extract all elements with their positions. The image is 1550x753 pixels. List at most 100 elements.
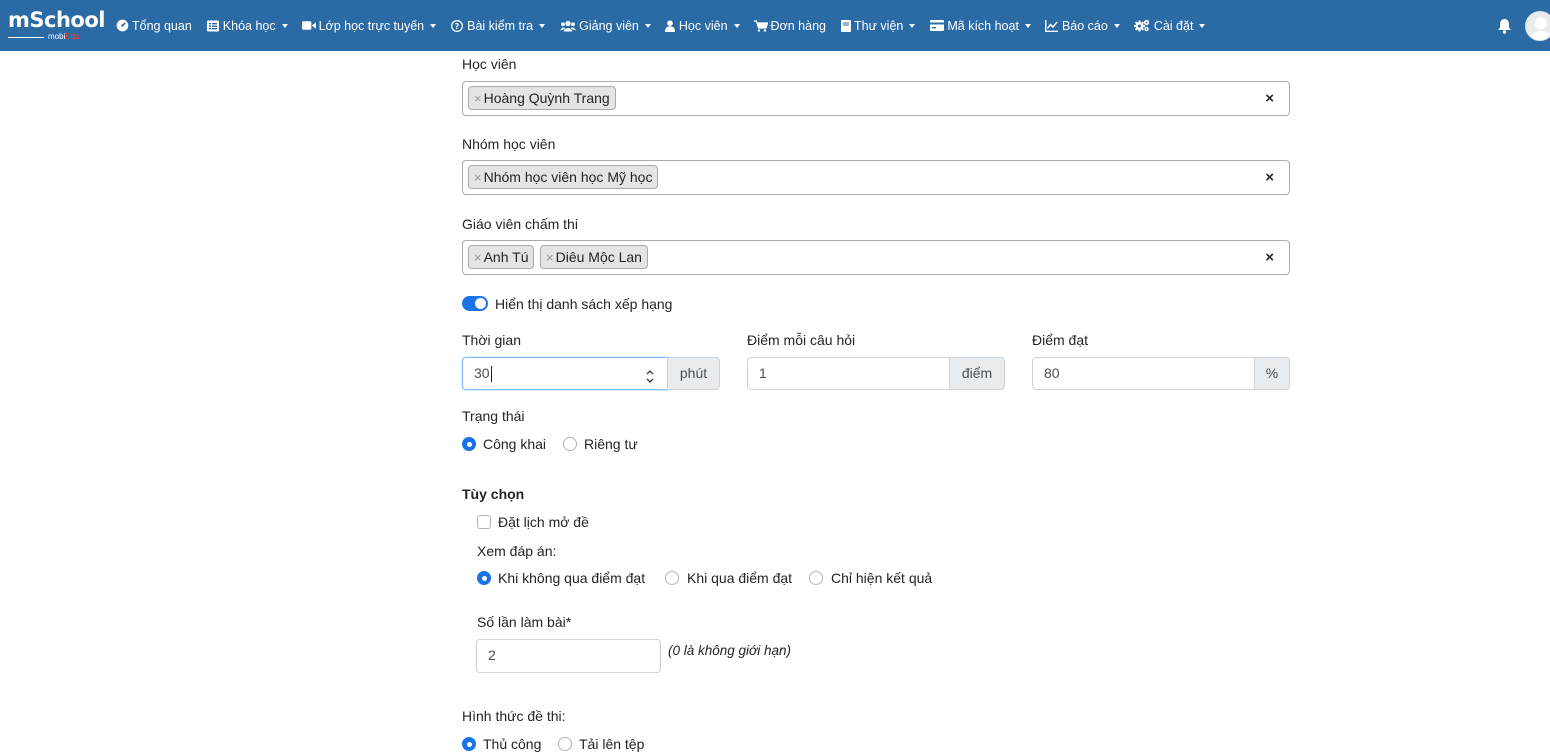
attempts-hint: (0 là không giới hạn): [668, 643, 791, 658]
show-ranking-label: Hiển thị danh sách xếp hạng: [495, 296, 673, 312]
video-camera-icon: [301, 19, 316, 33]
tag-label: Hoàng Quỳnh Trang: [483, 90, 610, 106]
nav-item-dashboard[interactable]: Tổng quan: [115, 19, 192, 33]
view-answers-fail-label[interactable]: Khi không qua điểm đạt: [498, 570, 645, 586]
toggle-knob: [475, 298, 486, 309]
nav-item-reports[interactable]: Báo cáo: [1045, 19, 1120, 33]
caret-down-icon: [539, 23, 546, 28]
selected-tag: × Hoàng Quỳnh Trang: [468, 86, 616, 110]
logo-sub-edu: Edu: [65, 32, 80, 41]
points-unit: điểm: [949, 357, 1005, 390]
status-private-radio[interactable]: [563, 437, 577, 451]
view-answers-label: Xem đáp án:: [477, 543, 557, 559]
mschool-logo[interactable]: mSchool mobiEdu: [8, 9, 105, 43]
tag-label: Diêu Mộc Lan: [555, 249, 642, 265]
credit-card-icon: [929, 19, 944, 33]
tag-remove-icon[interactable]: ×: [474, 170, 482, 185]
dashboard-icon: [115, 19, 129, 33]
clear-selection-icon[interactable]: ×: [1265, 90, 1274, 107]
exam-format-manual-label[interactable]: Thủ công: [483, 736, 541, 752]
nav-item-label: Thư viện: [854, 18, 904, 33]
nav-item-orders[interactable]: Đơn hàng: [753, 18, 826, 33]
selected-tag: × Anh Tú: [468, 245, 535, 269]
options-heading: Tùy chọn: [462, 486, 525, 502]
nav-item-label: Học viên: [678, 18, 728, 33]
number-spinner-icon[interactable]: [646, 365, 654, 383]
student-groups-select[interactable]: × Nhóm học viên học Mỹ học ×: [462, 160, 1290, 195]
nav-item-instructors[interactable]: Giảng viên: [559, 19, 651, 33]
status-public-label[interactable]: Công khai: [483, 436, 546, 452]
duration-input[interactable]: 30: [462, 357, 668, 390]
clear-selection-icon[interactable]: ×: [1265, 169, 1274, 186]
nav-item-label: Cài đặt: [1153, 18, 1194, 33]
tag-remove-icon[interactable]: ×: [546, 250, 554, 265]
question-circle-icon: ?: [450, 19, 464, 33]
selected-tag: × Diêu Mộc Lan: [540, 245, 648, 269]
tag-remove-icon[interactable]: ×: [474, 91, 482, 106]
nav-item-courses[interactable]: Khóa học: [206, 19, 288, 33]
selected-tag: × Nhóm học viên học Mỹ học: [468, 165, 659, 189]
students-label: Học viên: [462, 56, 517, 72]
nav-item-label: Giảng viên: [579, 18, 639, 33]
top-navbar: mSchool mobiEdu Tổng quan Khóa học Lớp h…: [0, 0, 1550, 51]
nav-item-online-classes[interactable]: Lớp học trực tuyến: [301, 18, 437, 33]
nav-item-label: Lớp học trực tuyến: [318, 18, 425, 33]
exam-format-label: Hình thức đề thi:: [462, 708, 566, 724]
schedule-open-label[interactable]: Đặt lịch mở đề: [498, 514, 589, 530]
status-public-radio[interactable]: [462, 437, 476, 451]
graders-select[interactable]: × Anh Tú × Diêu Mộc Lan ×: [462, 240, 1290, 275]
svg-text:?: ?: [455, 22, 460, 31]
duration-unit: phút: [667, 357, 720, 390]
graders-label: Giáo viên chấm thi: [462, 216, 578, 232]
nav-item-settings[interactable]: Cài đặt: [1134, 19, 1206, 33]
exam-format-manual-radio[interactable]: [462, 737, 476, 751]
shopping-cart-icon: [753, 19, 768, 33]
view-answers-pass-label[interactable]: Khi qua điểm đạt: [687, 570, 792, 586]
students-select[interactable]: × Hoàng Quỳnh Trang ×: [462, 81, 1290, 116]
nav-item-library[interactable]: Thư viện: [840, 18, 916, 33]
tag-remove-icon[interactable]: ×: [474, 250, 482, 265]
nav-item-label: Khóa học: [222, 18, 276, 33]
nav-item-label: Tổng quan: [132, 18, 192, 33]
caret-down-icon: [430, 23, 437, 28]
caret-down-icon: [281, 23, 288, 28]
show-ranking-toggle[interactable]: [462, 296, 488, 311]
caret-down-icon: [909, 23, 916, 28]
schedule-open-checkbox[interactable]: [477, 515, 491, 529]
nav-item-label: Báo cáo: [1061, 18, 1108, 33]
clear-selection-icon[interactable]: ×: [1265, 249, 1274, 266]
caret-down-icon: [733, 23, 740, 28]
points-per-question-input[interactable]: 1: [747, 357, 950, 390]
text-cursor: [490, 366, 492, 383]
nav-item-label: Mã kích hoạt: [947, 18, 1019, 33]
pass-score-label: Điểm đạt: [1032, 332, 1089, 348]
book-icon: [840, 19, 851, 33]
pass-score-input[interactable]: 80: [1032, 357, 1255, 390]
view-answers-result-only-label[interactable]: Chỉ hiện kết quả: [831, 570, 932, 586]
nav-item-activation-codes[interactable]: Mã kích hoạt: [929, 19, 1031, 33]
tag-label: Anh Tú: [483, 249, 529, 265]
list-icon: [206, 19, 220, 33]
view-answers-fail-radio[interactable]: [477, 571, 491, 585]
tag-label: Nhóm học viên học Mỹ học: [483, 169, 653, 185]
logo-divider: [8, 37, 44, 38]
caret-down-icon: [1024, 23, 1031, 28]
exam-format-upload-label[interactable]: Tải lên tệp: [579, 736, 644, 752]
bell-icon[interactable]: [1497, 18, 1513, 34]
main-menu: Tổng quan Khóa học Lớp học trực tuyến ? …: [115, 0, 1219, 51]
attempts-input[interactable]: 2: [476, 639, 661, 673]
caret-down-icon: [1113, 23, 1120, 28]
nav-item-tests[interactable]: ? Bài kiểm tra: [450, 19, 546, 33]
exam-format-upload-radio[interactable]: [558, 737, 572, 751]
duration-value: 30: [474, 365, 490, 381]
line-chart-icon: [1045, 19, 1059, 33]
student-groups-label: Nhóm học viên: [462, 136, 556, 152]
view-answers-pass-radio[interactable]: [665, 571, 679, 585]
status-private-label[interactable]: Riêng tư: [584, 436, 638, 452]
avatar[interactable]: [1525, 11, 1550, 41]
view-answers-result-only-radio[interactable]: [809, 571, 823, 585]
caret-down-icon: [644, 23, 651, 28]
nav-item-students[interactable]: Học viên: [665, 19, 740, 33]
logo-text-school: School: [29, 8, 105, 32]
nav-item-label: Đơn hàng: [770, 18, 826, 33]
